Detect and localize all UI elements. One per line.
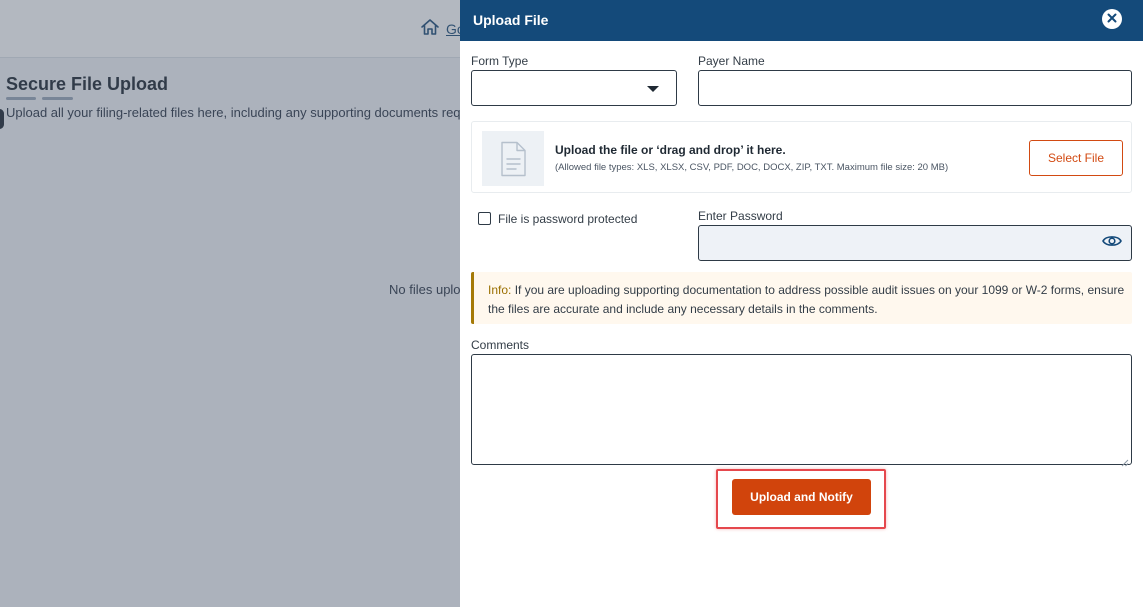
drawer-title: Upload File [473,12,549,28]
payer-name-input[interactable] [698,70,1132,106]
close-icon [1107,10,1117,28]
upload-allowed-types: (Allowed file types: XLS, XLSX, CSV, PDF… [555,162,949,173]
info-prefix: Info: [488,283,512,297]
resize-handle-icon[interactable] [1121,454,1129,467]
comments-textarea[interactable] [471,354,1132,467]
select-file-button[interactable]: Select File [1029,140,1123,176]
info-body: If you are uploading supporting document… [488,283,1125,316]
eye-icon [1102,234,1122,253]
password-label: Enter Password [698,209,783,223]
info-message: Info: If you are uploading supporting do… [488,281,1128,319]
document-icon [482,131,544,186]
payer-name-label: Payer Name [698,54,765,68]
drawer-header: Upload File [460,0,1143,41]
comments-label: Comments [471,338,530,352]
upload-and-notify-button[interactable]: Upload and Notify [732,479,871,515]
password-input[interactable] [698,225,1132,261]
upload-instructions: Upload the file or ‘drag and drop’ it he… [555,143,786,157]
password-protected-checkbox[interactable] [478,212,491,225]
form-type-select[interactable] [471,70,677,106]
show-password-button[interactable] [1101,232,1123,254]
close-button[interactable] [1102,9,1122,29]
caret-down-icon [647,86,659,92]
info-banner: Info: If you are uploading supporting do… [471,272,1132,324]
form-type-label: Form Type [471,54,529,68]
password-protected-label[interactable]: File is password protected [498,212,637,226]
file-drop-zone[interactable]: Upload the file or ‘drag and drop’ it he… [471,121,1132,193]
upload-file-drawer: Upload File Form Type Payer Name Upload … [460,0,1143,607]
